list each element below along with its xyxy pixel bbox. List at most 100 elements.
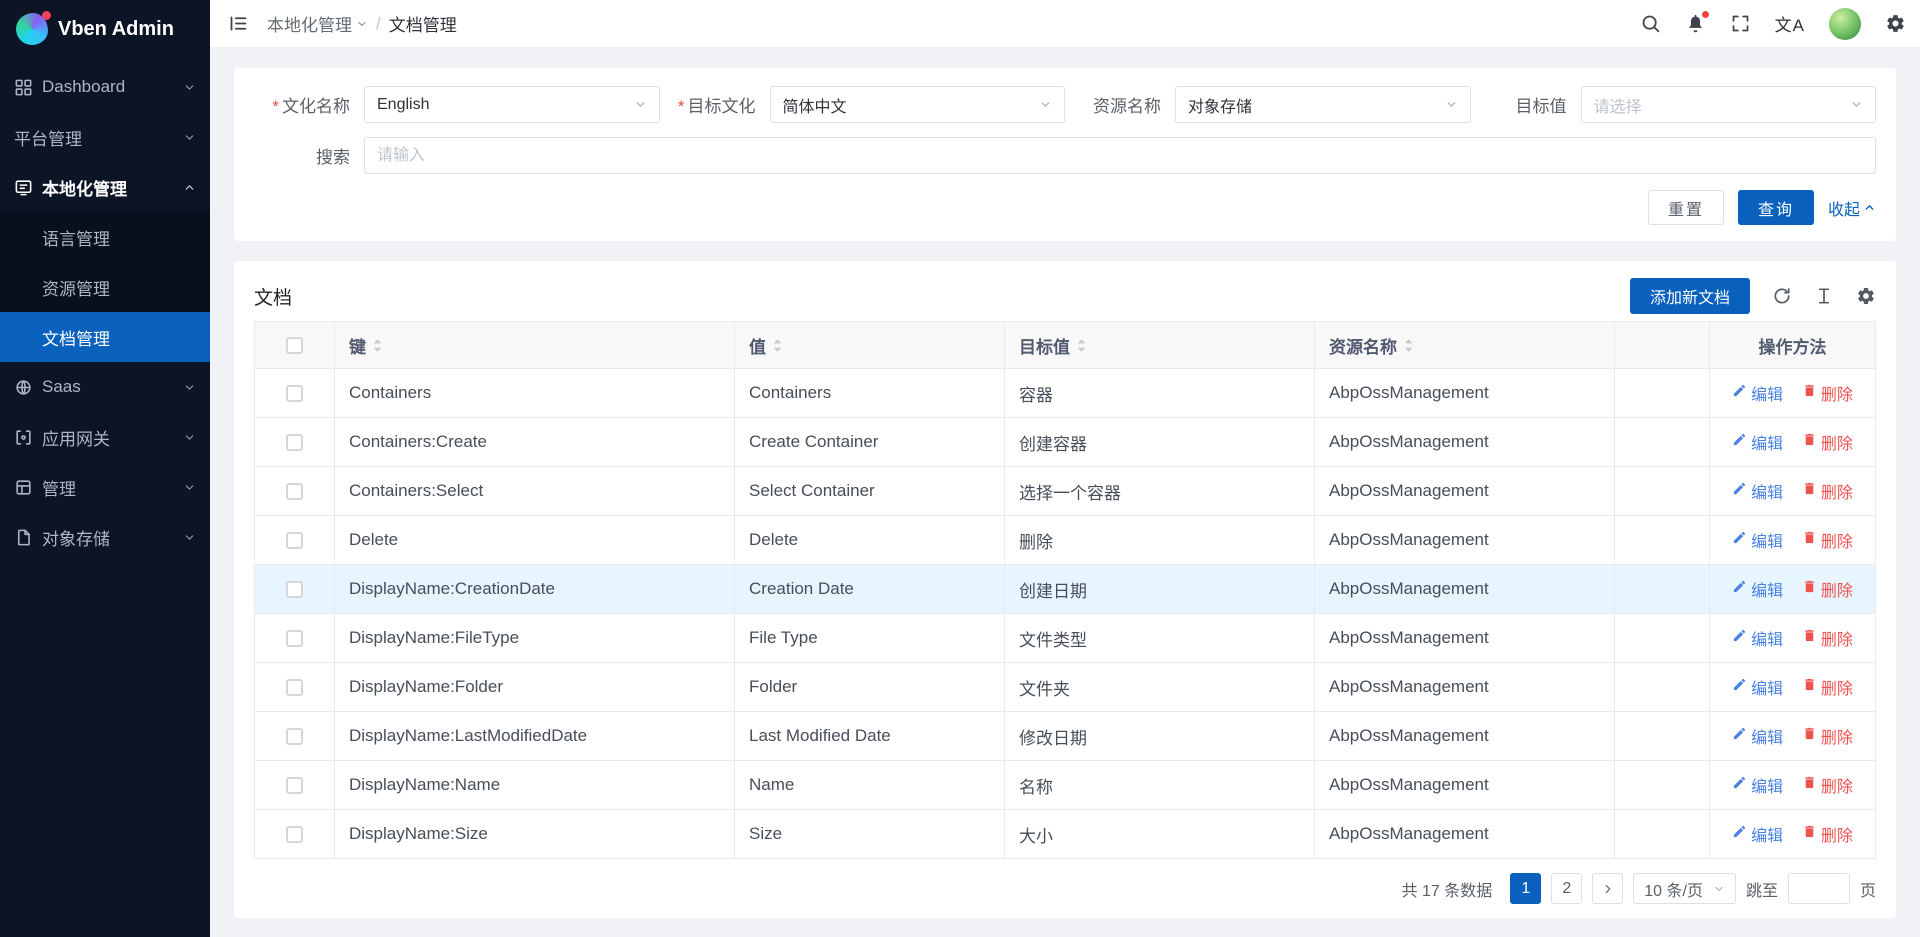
- delete-link[interactable]: 删除: [1802, 626, 1853, 650]
- translate-icon[interactable]: 文A: [1775, 11, 1805, 36]
- table-row[interactable]: Containers Containers 容器 AbpOssManagemen…: [255, 369, 1876, 418]
- target-value-select[interactable]: 请选择: [1581, 86, 1877, 123]
- table-row[interactable]: DisplayName:Folder Folder 文件夹 AbpOssMana…: [255, 663, 1876, 712]
- search-icon[interactable]: [1640, 13, 1661, 34]
- edit-link[interactable]: 编辑: [1732, 381, 1783, 405]
- reset-button[interactable]: 重置: [1648, 190, 1724, 225]
- column-header-3[interactable]: 资源名称: [1315, 322, 1615, 369]
- row-checkbox[interactable]: [286, 434, 303, 451]
- jump-page-input[interactable]: [1788, 873, 1850, 904]
- row-checkbox[interactable]: [286, 826, 303, 843]
- delete-link[interactable]: 删除: [1802, 381, 1853, 405]
- row-checkbox[interactable]: [286, 679, 303, 696]
- column-header-1[interactable]: 值: [735, 322, 1005, 369]
- resource-name-select[interactable]: 对象存储: [1175, 86, 1471, 123]
- sidebar-subitem-resource[interactable]: 资源管理: [0, 262, 210, 312]
- edit-link[interactable]: 编辑: [1732, 479, 1783, 503]
- sidebar-subitem-document[interactable]: 文档管理: [0, 312, 210, 362]
- edit-link[interactable]: 编辑: [1732, 724, 1783, 748]
- delete-link[interactable]: 删除: [1802, 724, 1853, 748]
- query-button[interactable]: 查询: [1738, 190, 1814, 225]
- culture-name-select[interactable]: English: [364, 86, 660, 123]
- table-row[interactable]: DisplayName:FileType File Type 文件类型 AbpO…: [255, 614, 1876, 663]
- edit-link[interactable]: 编辑: [1732, 773, 1783, 797]
- delete-link[interactable]: 删除: [1802, 822, 1853, 846]
- next-page-button[interactable]: [1592, 873, 1623, 904]
- bell-icon[interactable]: [1685, 13, 1706, 34]
- table-row[interactable]: Delete Delete 删除 AbpOssManagement 编辑 删除: [255, 516, 1876, 565]
- select-all-checkbox[interactable]: [286, 337, 303, 354]
- table-row[interactable]: DisplayName:Size Size 大小 AbpOssManagemen…: [255, 810, 1876, 859]
- menu-fold-icon[interactable]: [228, 13, 249, 34]
- sort-icon[interactable]: [772, 338, 783, 353]
- row-checkbox[interactable]: [286, 581, 303, 598]
- sidebar-item-platform[interactable]: 平台管理: [0, 112, 210, 162]
- cell-key: Delete: [335, 516, 735, 565]
- page-button-2[interactable]: 2: [1551, 873, 1582, 904]
- row-checkbox[interactable]: [286, 728, 303, 745]
- table-row[interactable]: Containers:Create Create Container 创建容器 …: [255, 418, 1876, 467]
- table-row[interactable]: DisplayName:LastModifiedDate Last Modifi…: [255, 712, 1876, 761]
- sidebar-subitem-language[interactable]: 语言管理: [0, 212, 210, 262]
- documents-table: 键 值 目标值 资源名称 操作方法 Containers Containers …: [254, 321, 1876, 859]
- delete-link[interactable]: 删除: [1802, 528, 1853, 552]
- chevron-down-icon: [1445, 98, 1458, 111]
- cell-resource: AbpOssManagement: [1315, 369, 1615, 418]
- collapse-link[interactable]: 收起: [1828, 196, 1876, 220]
- cell-target-value: 容器: [1005, 369, 1315, 418]
- breadcrumb-parent[interactable]: 本地化管理: [267, 11, 368, 36]
- delete-link[interactable]: 删除: [1802, 479, 1853, 503]
- sidebar-item-gateway[interactable]: 应用网关: [0, 412, 210, 462]
- sort-icon[interactable]: [372, 338, 383, 353]
- sidebar-item-admin[interactable]: 管理: [0, 462, 210, 512]
- table-row[interactable]: Containers:Select Select Container 选择一个容…: [255, 467, 1876, 516]
- table-row[interactable]: DisplayName:Name Name 名称 AbpOssManagemen…: [255, 761, 1876, 810]
- avatar[interactable]: [1829, 8, 1861, 40]
- dashboard-icon: [14, 78, 33, 97]
- edit-link[interactable]: 编辑: [1732, 528, 1783, 552]
- settings-gear-icon[interactable]: [1885, 13, 1906, 34]
- sidebar-subitem-label: 语言管理: [42, 225, 110, 250]
- delete-link[interactable]: 删除: [1802, 430, 1853, 454]
- edit-link[interactable]: 编辑: [1732, 430, 1783, 454]
- fullscreen-icon[interactable]: [1730, 13, 1751, 34]
- cell-target-value: 修改日期: [1005, 712, 1315, 761]
- column-height-icon[interactable]: [1814, 286, 1834, 306]
- column-header-2[interactable]: 目标值: [1005, 322, 1315, 369]
- refresh-icon[interactable]: [1772, 286, 1792, 306]
- add-document-button[interactable]: 添加新文档: [1630, 278, 1750, 314]
- page-size-select[interactable]: 10 条/页: [1633, 873, 1736, 904]
- edit-link[interactable]: 编辑: [1732, 822, 1783, 846]
- edit-link[interactable]: 编辑: [1732, 675, 1783, 699]
- delete-link[interactable]: 删除: [1802, 675, 1853, 699]
- table-header-row: 键 值 目标值 资源名称 操作方法: [255, 322, 1876, 369]
- cell-target-value: 创建日期: [1005, 565, 1315, 614]
- search-input[interactable]: [364, 137, 1876, 174]
- table-row[interactable]: DisplayName:CreationDate Creation Date 创…: [255, 565, 1876, 614]
- row-checkbox[interactable]: [286, 630, 303, 647]
- target-culture-select[interactable]: 简体中文: [770, 86, 1066, 123]
- page-button-1[interactable]: 1: [1510, 873, 1541, 904]
- sidebar-item-saas[interactable]: Saas: [0, 362, 210, 412]
- edit-link[interactable]: 编辑: [1732, 577, 1783, 601]
- column-header-0[interactable]: 键: [335, 322, 735, 369]
- row-checkbox[interactable]: [286, 532, 303, 549]
- cell-resource: AbpOssManagement: [1315, 712, 1615, 761]
- sort-icon[interactable]: [1076, 338, 1087, 353]
- delete-link[interactable]: 删除: [1802, 577, 1853, 601]
- delete-link[interactable]: 删除: [1802, 773, 1853, 797]
- table-settings-gear-icon[interactable]: [1856, 286, 1876, 306]
- sidebar-item-dashboard[interactable]: Dashboard: [0, 62, 210, 112]
- sort-icon[interactable]: [1403, 338, 1414, 353]
- sidebar-item-oss[interactable]: 对象存储: [0, 512, 210, 562]
- pencil-icon: [1732, 824, 1747, 844]
- sidebar-item-localization[interactable]: 本地化管理: [0, 162, 210, 212]
- logo[interactable]: Vben Admin: [0, 0, 210, 58]
- column-header-4: [1615, 322, 1710, 369]
- edit-link[interactable]: 编辑: [1732, 626, 1783, 650]
- trash-icon: [1802, 677, 1817, 697]
- gateway-icon: [14, 428, 33, 447]
- row-checkbox[interactable]: [286, 777, 303, 794]
- row-checkbox[interactable]: [286, 483, 303, 500]
- row-checkbox[interactable]: [286, 385, 303, 402]
